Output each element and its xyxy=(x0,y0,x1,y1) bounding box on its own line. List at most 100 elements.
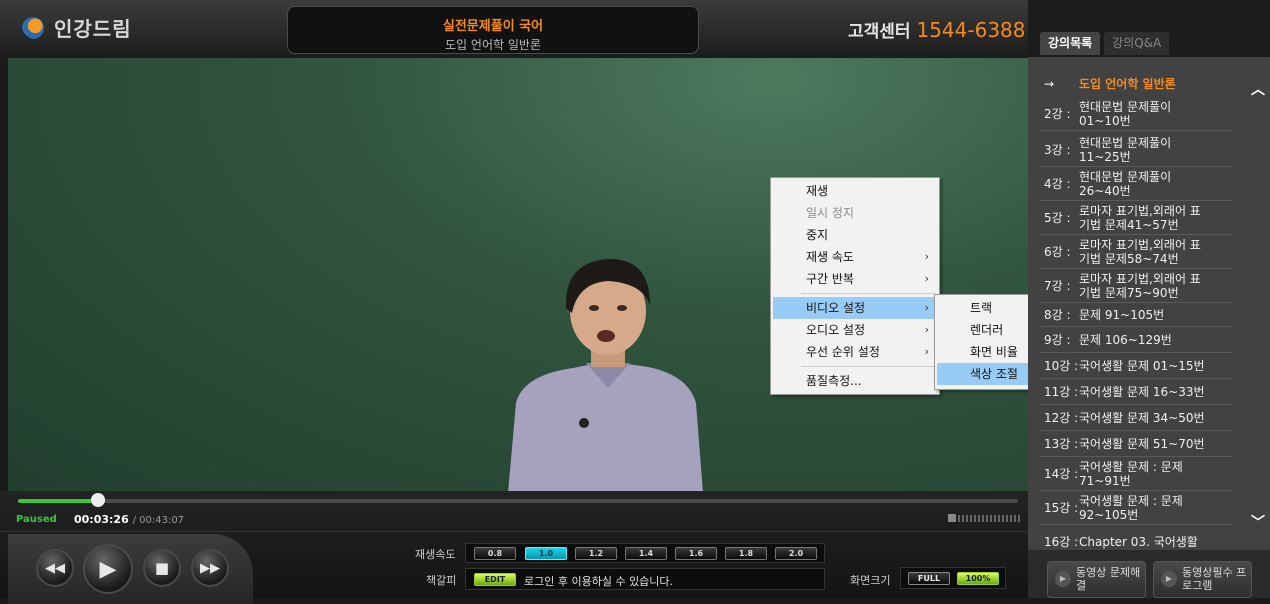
lecture-item[interactable]: 5강 : 로마자 표기법,외래어 표기법 문제41~57번 xyxy=(1028,201,1260,235)
menu-section-repeat[interactable]: 구간 반복 › xyxy=(773,268,937,290)
lecture-item[interactable]: 9강 : 문제 106~129번 xyxy=(1028,327,1260,353)
time-current: 00:03:26 xyxy=(74,513,129,526)
seek-handle[interactable] xyxy=(91,493,105,507)
logo-icon xyxy=(22,16,44,39)
speed-1-4-button[interactable]: 1.4 xyxy=(625,547,667,560)
bookmark-edit-button[interactable]: EDIT xyxy=(474,573,516,586)
required-program-label: 동영상필수 프로그램 xyxy=(1182,566,1247,592)
lecture-item[interactable]: 6강 : 로마자 표기법,외래어 표기법 문제58~74번 xyxy=(1028,235,1260,269)
logo[interactable]: 인강드림 xyxy=(22,13,132,42)
rewind-button[interactable]: ◀◀ xyxy=(36,549,74,587)
lecture-title: 국어생활 문제 : 문제 92~105번 xyxy=(1079,494,1183,522)
lecture-title: 국어생활 문제 16~33번 xyxy=(1079,385,1205,399)
speed-1-2-button[interactable]: 1.2 xyxy=(575,547,617,560)
lecture-item[interactable]: 2강 : 현대문법 문제풀이 01~10번 xyxy=(1028,97,1260,131)
lecture-title: 국어생활 문제 01~15번 xyxy=(1079,359,1205,373)
time-display: 00:03:26 / 00:43:07 xyxy=(74,513,184,526)
top-bar: 인강드림 실전문제풀이 국어 도입 언어학 일반론 고객센터 1544-6388 xyxy=(0,0,1028,58)
tab-lecture-list[interactable]: 강의목록 xyxy=(1040,32,1101,55)
lecture-item[interactable]: 14강 : 국어생활 문제 : 문제 71~91번 xyxy=(1028,457,1260,491)
lecture-title: 문제 106~129번 xyxy=(1079,333,1172,347)
menu-separator xyxy=(801,293,935,294)
lecture-title: 로마자 표기법,외래어 표기법 문제41~57번 xyxy=(1079,204,1201,232)
lesson-title: 도입 언어학 일반론 xyxy=(445,38,541,52)
menu-audio-settings[interactable]: 오디오 설정 › xyxy=(773,319,937,341)
lecture-number: 7강 : xyxy=(1044,279,1071,293)
lecture-number: 5강 : xyxy=(1044,211,1071,225)
menu-play[interactable]: 재생 xyxy=(773,180,937,202)
speed-2-0-button[interactable]: 2.0 xyxy=(775,547,817,560)
lecture-number: 8강 : xyxy=(1044,308,1071,322)
submenu-color-adjust[interactable]: 색상 조절 xyxy=(937,363,1028,385)
lecture-title: 도입 언어학 일반론 xyxy=(1079,77,1176,91)
speed-1-6-button[interactable]: 1.6 xyxy=(675,547,717,560)
lecture-item[interactable]: 10강 : 국어생활 문제 01~15번 xyxy=(1028,353,1260,379)
video-troubleshoot-label: 동영상 문제해결 xyxy=(1076,566,1141,592)
submenu-aspect-ratio[interactable]: 화면 비율› xyxy=(937,341,1028,363)
submenu-renderer[interactable]: 렌더러› xyxy=(937,319,1028,341)
lecture-item[interactable]: → 도입 언어학 일반론 xyxy=(1028,74,1260,94)
menu-separator xyxy=(801,366,935,367)
lecture-item[interactable]: 7강 : 로마자 표기법,외래어 표기법 문제75~90번 xyxy=(1028,269,1260,303)
screen-full-button[interactable]: FULL xyxy=(908,572,950,585)
lecture-number: 6강 : xyxy=(1044,245,1071,259)
lecture-item[interactable]: 16강 :Chapter 03. 국어생활 문 xyxy=(1028,527,1260,550)
menu-stop[interactable]: 중지 xyxy=(773,224,937,246)
cs-number: 1544-6388 xyxy=(916,18,1026,42)
lecture-number: 11강 : xyxy=(1044,385,1079,399)
submenu-arrow-icon: › xyxy=(924,272,929,285)
rewind-icon: ◀◀ xyxy=(45,560,65,576)
lecture-item[interactable]: 11강 : 국어생활 문제 16~33번 xyxy=(1028,379,1260,405)
time-total: / 00:43:07 xyxy=(132,515,185,526)
bookmark-message: 로그인 후 이용하실 수 있습니다. xyxy=(524,575,674,588)
speed-0-8-button[interactable]: 0.8 xyxy=(474,547,516,560)
volume-control[interactable] xyxy=(948,514,1020,522)
cs-label: 고객센터 xyxy=(848,22,911,42)
lecture-item[interactable]: 8강 : 문제 91~105번 xyxy=(1028,303,1260,327)
lecture-title: 로마자 표기법,외래어 표기법 문제58~74번 xyxy=(1079,238,1201,266)
lecture-title: Chapter 03. 국어생활 문 xyxy=(1079,535,1198,550)
lecture-divider xyxy=(1040,130,1232,131)
lecture-number: 16강 : xyxy=(1044,535,1079,549)
speed-1-0-button[interactable]: 1.0 xyxy=(525,547,567,560)
seek-progress xyxy=(18,499,98,503)
seek-bar[interactable] xyxy=(18,493,1018,507)
lecture-number: 2강 : xyxy=(1044,107,1071,121)
play-status: Paused xyxy=(16,514,57,525)
play-button[interactable]: ▶ xyxy=(83,544,133,594)
sidebar-tabs: 강의목록 강의Q&A xyxy=(1040,32,1170,55)
lecture-list: → 도입 언어학 일반론 2강 : 현대문법 문제풀이 01~10번 3강 : 현대문법 … xyxy=(1028,57,1270,550)
fast-forward-button[interactable]: ▶▶ xyxy=(191,549,229,587)
menu-playback-speed[interactable]: 재생 속도 › xyxy=(773,246,937,268)
lecture-item[interactable]: 12강 : 국어생활 문제 34~50번 xyxy=(1028,405,1260,431)
play-circle-icon: ▶ xyxy=(1055,571,1071,587)
menu-quality-measure[interactable]: 품질측정... xyxy=(773,370,937,392)
required-program-button[interactable]: ▶ 동영상필수 프로그램 xyxy=(1153,561,1252,598)
lecture-title-box: 실전문제풀이 국어 도입 언어학 일반론 xyxy=(287,6,699,54)
lecture-number: 4강 : xyxy=(1044,177,1071,191)
video-troubleshoot-button[interactable]: ▶ 동영상 문제해결 xyxy=(1047,561,1146,598)
video-settings-submenu: 트랙› 렌더러› 화면 비율› 색상 조절 xyxy=(934,294,1028,390)
lecture-item[interactable]: 13강 : 국어생활 문제 51~70번 xyxy=(1028,431,1260,457)
screen-size-selector: FULL 100% xyxy=(900,567,1006,589)
speed-1-8-button[interactable]: 1.8 xyxy=(725,547,767,560)
menu-video-settings[interactable]: 비디오 설정 › xyxy=(773,297,937,319)
screen-100-button[interactable]: 100% xyxy=(957,572,999,585)
tab-lecture-qna[interactable]: 강의Q&A xyxy=(1104,32,1170,55)
submenu-arrow-icon: › xyxy=(924,345,929,358)
submenu-arrow-icon: › xyxy=(924,250,929,263)
menu-pause: 일시 정지 xyxy=(806,206,854,220)
stop-button[interactable]: ■ xyxy=(143,549,181,587)
course-title: 실전문제풀이 국어 xyxy=(442,19,544,34)
menu-priority-settings[interactable]: 우선 순위 설정 › xyxy=(773,341,937,363)
lecture-item[interactable]: 4강 : 현대문법 문제풀이 26~40번 xyxy=(1028,167,1260,201)
lecture-item[interactable]: 3강 : 현대문법 문제풀이 11~25번 xyxy=(1028,133,1260,167)
submenu-track[interactable]: 트랙› xyxy=(937,297,1028,319)
video-area[interactable]: 재생 일시 정지 중지 재생 속도 › 구간 반복 › 비디오 설정 › 오디오 설정… xyxy=(8,58,1028,491)
speed-label: 재생속도 xyxy=(415,548,456,561)
customer-center: 고객센터 1544-6388 xyxy=(848,17,1026,42)
lecture-item[interactable]: 15강 : 국어생활 문제 : 문제 92~105번 xyxy=(1028,491,1260,525)
lecturer-figure xyxy=(508,259,703,491)
scroll-up-icon[interactable]: ︿ xyxy=(1251,79,1265,99)
scroll-down-icon[interactable]: ﹀ xyxy=(1251,512,1265,532)
